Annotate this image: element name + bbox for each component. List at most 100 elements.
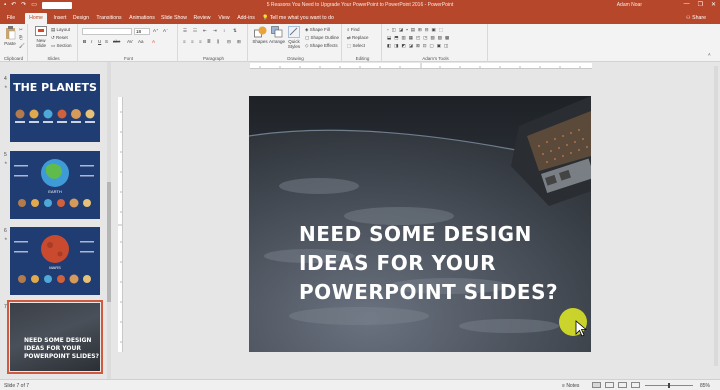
arrange-button[interactable]: Arrange bbox=[269, 26, 285, 44]
close-icon[interactable]: ✕ bbox=[711, 1, 716, 8]
layout-button[interactable]: ▤ Layout bbox=[51, 27, 70, 33]
group-clipboard: Paste ✂ ⎘ 🖌 Clipboard bbox=[0, 24, 28, 62]
thumbnail-number: 7 bbox=[4, 304, 7, 310]
line-spacing-icon[interactable]: ↕ bbox=[223, 28, 225, 33]
adams-tools-row-1[interactable]: ▫◫◪▪▤⊞⊟▣⬚ bbox=[387, 27, 446, 33]
font-size-combo[interactable]: 18 bbox=[134, 28, 150, 35]
normal-view-icon[interactable] bbox=[592, 382, 601, 388]
powerpoint-window: ▪ ↶ ↷ ▭ 5 Reasons You Need to Upgrade Yo… bbox=[0, 0, 720, 390]
reset-button[interactable]: ↺ Reset bbox=[51, 35, 68, 41]
tab-animations[interactable]: Animations bbox=[128, 13, 156, 24]
user-name[interactable]: Adam Noar bbox=[617, 2, 642, 8]
font-color-icon[interactable]: A bbox=[152, 39, 155, 44]
tell-me-search[interactable]: 💡 Tell me what you want to do bbox=[262, 13, 350, 24]
thumbnail-slide-4[interactable]: THE PLANETS bbox=[10, 74, 100, 142]
decrease-indent-icon[interactable]: ⇤ bbox=[203, 28, 207, 34]
text-direction-icon[interactable]: ⇅ bbox=[233, 28, 237, 34]
slideshow-view-icon[interactable] bbox=[631, 382, 640, 388]
slide-thumbnails-panel: 4 ★ THE PLANETS 5 ★ EARTH 6 ★ MARS 7 NEE… bbox=[0, 62, 111, 379]
group-editing: ⌕ Find ⇄ Replace ⬚ Select Editing bbox=[344, 24, 382, 62]
new-slide-icon bbox=[35, 26, 47, 36]
shrink-font-icon[interactable]: A⁻ bbox=[163, 28, 168, 34]
collapse-ribbon-icon[interactable]: ˄ bbox=[708, 52, 711, 57]
adams-tools-row-3[interactable]: ◧◨◩◪⊠⊡▢▣◫ bbox=[387, 43, 451, 49]
smartart-icon[interactable]: ⊞ bbox=[237, 39, 241, 45]
bold-icon[interactable]: B bbox=[83, 39, 86, 44]
shapes-button[interactable]: Shapes bbox=[252, 26, 268, 44]
ribbon-tabs: File Home Insert Design Transitions Anim… bbox=[0, 11, 720, 24]
zoom-level[interactable]: 85% bbox=[700, 383, 710, 389]
cut-icon[interactable]: ✂ bbox=[19, 27, 23, 33]
thumbnail-slide-5[interactable]: EARTH bbox=[10, 151, 100, 219]
share-person-icon: ⚇ bbox=[686, 15, 691, 21]
thumbnail-title: MARS bbox=[49, 265, 61, 270]
tab-home[interactable]: Home bbox=[25, 13, 47, 24]
replace-button[interactable]: ⇄ Replace bbox=[347, 35, 369, 41]
align-left-icon[interactable]: ≡ bbox=[183, 39, 186, 44]
tab-slide-show[interactable]: Slide Show bbox=[160, 13, 188, 24]
strikethrough-icon[interactable]: abc bbox=[113, 39, 120, 44]
current-slide[interactable]: NEED SOME DESIGN IDEAS FOR YOUR POWERPOI… bbox=[249, 96, 591, 352]
shape-effects-button[interactable]: ◇ Shape Effects bbox=[305, 43, 338, 49]
thumbnail-animation-star-icon: ★ bbox=[4, 236, 8, 241]
status-bar: Slide 7 of 7 ≡ Notes 85% bbox=[0, 379, 720, 390]
bullets-icon[interactable]: ☰ bbox=[183, 28, 187, 34]
increase-indent-icon[interactable]: ⇥ bbox=[213, 28, 217, 34]
tab-transitions[interactable]: Transitions bbox=[94, 13, 124, 24]
thumbnail-title: NEED SOME DESIGN IDEAS FOR YOUR POWERPOI… bbox=[24, 337, 99, 361]
change-case-icon[interactable]: Aa bbox=[138, 39, 144, 44]
tab-file[interactable]: File bbox=[2, 13, 20, 24]
thumbnail-number: 4 bbox=[4, 76, 7, 82]
slide-scrollbar[interactable] bbox=[714, 66, 718, 366]
font-name-combo[interactable] bbox=[82, 28, 132, 35]
notes-label: Notes bbox=[566, 383, 580, 389]
align-right-icon[interactable]: ≡ bbox=[199, 39, 202, 44]
shape-fill-button[interactable]: ◈ Shape Fill bbox=[305, 27, 330, 33]
thumbnail-number: 6 bbox=[4, 228, 7, 234]
tab-insert[interactable]: Insert bbox=[51, 13, 69, 24]
format-painter-icon[interactable]: 🖌 bbox=[19, 43, 25, 49]
zoom-slider-knob[interactable] bbox=[668, 383, 670, 388]
restore-icon[interactable]: ❐ bbox=[698, 1, 703, 8]
thumbnail-slide-7[interactable]: NEED SOME DESIGN IDEAS FOR YOUR POWERPOI… bbox=[7, 300, 103, 374]
grow-font-icon[interactable]: A⁺ bbox=[153, 28, 158, 34]
tab-add-ins[interactable]: Add-ins bbox=[235, 13, 257, 24]
adams-tools-row-2[interactable]: ⬓⬒▥▦◰◳▧▨▩ bbox=[387, 35, 452, 41]
font-group-label: Font bbox=[123, 56, 133, 61]
section-button[interactable]: ▭ Section bbox=[51, 43, 72, 49]
share-label: Share bbox=[692, 15, 706, 21]
align-text-icon[interactable]: ⊟ bbox=[227, 39, 231, 45]
share-button[interactable]: ⚇ Share bbox=[686, 13, 706, 24]
slide-title[interactable]: NEED SOME DESIGN IDEAS FOR YOUR POWERPOI… bbox=[299, 220, 558, 307]
align-center-icon[interactable]: ≡ bbox=[191, 39, 194, 44]
paragraph-group-label: Paragraph bbox=[202, 56, 224, 61]
quick-styles-button[interactable]: Quick Styles bbox=[286, 26, 302, 49]
thumbnail-title-line: POWERPOINT SLIDES? bbox=[24, 353, 100, 360]
char-spacing-icon[interactable]: AV bbox=[127, 39, 133, 44]
italic-icon[interactable]: I bbox=[91, 39, 92, 44]
thumbnail-slide-6[interactable]: MARS bbox=[10, 227, 100, 295]
justify-icon[interactable]: ≣ bbox=[207, 39, 211, 45]
underline-icon[interactable]: U bbox=[98, 39, 101, 44]
slides-group-label: Slides bbox=[47, 56, 60, 61]
new-slide-button[interactable]: New Slide bbox=[33, 26, 49, 48]
columns-icon[interactable]: ⫼ bbox=[217, 39, 219, 44]
shadow-icon[interactable]: S bbox=[105, 39, 108, 44]
shape-outline-button[interactable]: ▢ Shape Outline bbox=[305, 35, 339, 41]
minimize-icon[interactable]: — bbox=[684, 1, 690, 8]
copy-icon[interactable]: ⎘ bbox=[19, 35, 23, 40]
numbering-icon[interactable]: ☷ bbox=[193, 28, 197, 34]
find-button[interactable]: ⌕ Find bbox=[347, 27, 360, 32]
clipboard-group-label: Clipboard bbox=[3, 56, 24, 61]
notes-button[interactable]: ≡ Notes bbox=[562, 383, 579, 389]
slide-sorter-icon[interactable] bbox=[605, 382, 614, 388]
thumbnail-animation-star-icon: ★ bbox=[4, 84, 8, 89]
tab-design[interactable]: Design bbox=[72, 13, 90, 24]
tab-review[interactable]: Review bbox=[192, 13, 212, 24]
paste-button[interactable]: Paste bbox=[2, 26, 18, 46]
paste-icon bbox=[5, 26, 15, 40]
reading-view-icon[interactable] bbox=[618, 382, 627, 388]
group-adams-tools: ▫◫◪▪▤⊞⊟▣⬚ ⬓⬒▥▦◰◳▧▨▩ ◧◨◩◪⊠⊡▢▣◫ Adam's Too… bbox=[384, 24, 488, 62]
select-button[interactable]: ⬚ Select bbox=[347, 43, 365, 49]
tab-view[interactable]: View bbox=[216, 13, 232, 24]
